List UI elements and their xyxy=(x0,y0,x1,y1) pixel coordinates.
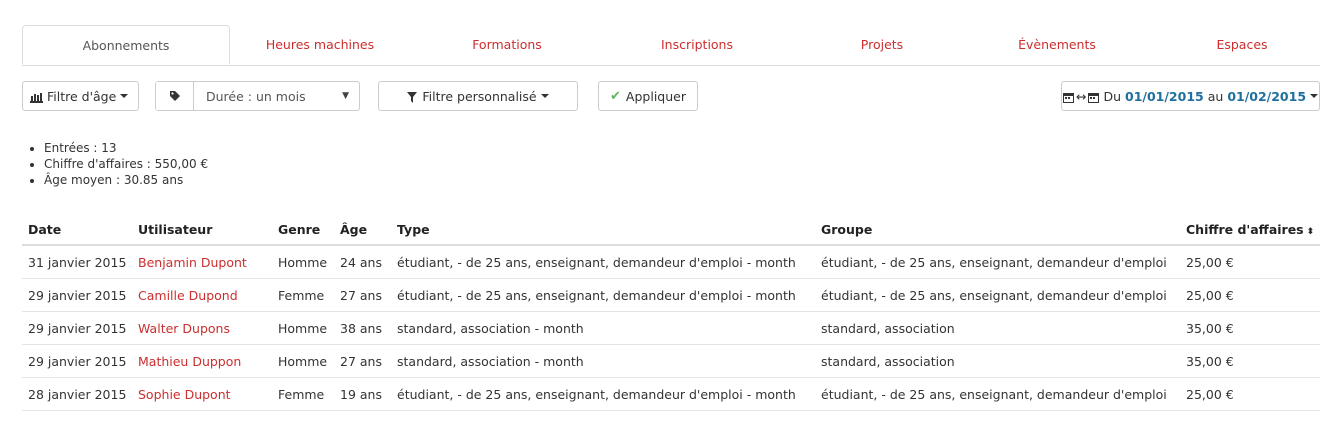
cell-type: standard, association - month xyxy=(391,311,815,345)
select-arrow-icon: ▼ xyxy=(342,91,349,101)
cell-age: 27 ans xyxy=(334,344,391,378)
cell-revenue: 25,00 € xyxy=(1180,377,1320,411)
cell-type: étudiant, - de 25 ans, enseignant, deman… xyxy=(391,245,815,279)
check-icon: ✔ xyxy=(610,88,621,104)
cell-user-link[interactable]: Sophie Dupont xyxy=(132,377,272,411)
cell-type: étudiant, - de 25 ans, enseignant, deman… xyxy=(391,377,815,411)
table-header-row: Date Utilisateur Genre Âge Type Groupe C… xyxy=(22,214,1320,246)
cell-group: étudiant, - de 25 ans, enseignant, deman… xyxy=(815,377,1180,411)
date-middle: au xyxy=(1207,88,1224,104)
calendar-icon xyxy=(1088,89,1100,104)
cell-date: 29 janvier 2015 xyxy=(22,278,132,312)
cell-gender: Homme xyxy=(272,311,334,345)
cell-user-link[interactable]: Mathieu Duppon xyxy=(132,344,272,378)
cell-date: 28 janvier 2015 xyxy=(22,377,132,411)
duration-value: Durée : un mois xyxy=(206,88,306,104)
cell-age: 24 ans xyxy=(334,245,391,279)
stat-average-age: Âge moyen : 30.85 ans xyxy=(44,172,208,188)
cell-gender: Femme xyxy=(272,278,334,312)
custom-filter-button[interactable]: Filtre personnalisé xyxy=(378,81,578,111)
cell-revenue: 25,00 € xyxy=(1180,278,1320,312)
stat-entries: Entrées : 13 xyxy=(44,140,208,156)
report-tabs: Abonnements Heures machines Formations I… xyxy=(22,25,1320,66)
cell-age: 19 ans xyxy=(334,377,391,411)
chevron-down-icon xyxy=(1310,94,1319,98)
date-prefix: Du xyxy=(1103,88,1121,104)
cell-gender: Femme xyxy=(272,377,334,411)
cell-group: étudiant, - de 25 ans, enseignant, deman… xyxy=(815,278,1180,312)
tab-espaces[interactable]: Espaces xyxy=(1192,25,1292,65)
header-revenue-label: Chiffre d'affaires xyxy=(1186,221,1304,237)
cell-date: 29 janvier 2015 xyxy=(22,311,132,345)
cell-age: 27 ans xyxy=(334,278,391,312)
cell-gender: Homme xyxy=(272,344,334,378)
apply-button[interactable]: ✔ Appliquer xyxy=(598,81,698,111)
cell-group: étudiant, - de 25 ans, enseignant, deman… xyxy=(815,245,1180,279)
filter-icon xyxy=(407,89,418,104)
cell-type: étudiant, - de 25 ans, enseignant, deman… xyxy=(391,278,815,312)
header-age: Âge xyxy=(334,214,391,246)
tab-formations[interactable]: Formations xyxy=(442,25,572,65)
age-filter-label: Filtre d'âge xyxy=(47,88,117,104)
cell-group: standard, association xyxy=(815,344,1180,378)
table-row: 29 janvier 2015 Walter Dupons Homme 38 a… xyxy=(22,311,1320,345)
tab-evenements[interactable]: Évènements xyxy=(992,25,1122,65)
tab-inscriptions[interactable]: Inscriptions xyxy=(632,25,762,65)
cell-age: 38 ans xyxy=(334,311,391,345)
tag-icon xyxy=(156,82,194,110)
header-revenue[interactable]: Chiffre d'affaires ⬍ xyxy=(1180,214,1320,246)
date-start: 01/01/2015 xyxy=(1125,88,1204,104)
cell-revenue: 35,00 € xyxy=(1180,344,1320,378)
cell-revenue: 25,00 € xyxy=(1180,245,1320,279)
table-row: 29 janvier 2015 Mathieu Duppon Homme 27 … xyxy=(22,344,1320,378)
chevron-down-icon xyxy=(120,94,129,98)
sort-icon[interactable]: ⬍ xyxy=(1307,227,1315,237)
subscriptions-table: Date Utilisateur Genre Âge Type Groupe C… xyxy=(22,214,1320,411)
header-date: Date xyxy=(22,214,132,246)
cell-user-link[interactable]: Walter Dupons xyxy=(132,311,272,345)
tab-heures-machines[interactable]: Heures machines xyxy=(250,25,390,65)
age-filter-button[interactable]: Filtre d'âge xyxy=(22,81,139,111)
cell-user-link[interactable]: Camille Dupond xyxy=(132,278,272,312)
range-arrow-icon: ↔ xyxy=(1075,88,1087,104)
header-group: Groupe xyxy=(815,214,1180,246)
cell-date: 29 janvier 2015 xyxy=(22,344,132,378)
cell-user-link[interactable]: Benjamin Dupont xyxy=(132,245,272,279)
cell-group: standard, association xyxy=(815,311,1180,345)
date-range-button[interactable]: ↔ Du 01/01/2015 au 01/02/2015 xyxy=(1061,81,1320,111)
tab-abonnements[interactable]: Abonnements xyxy=(22,25,230,65)
date-end: 01/02/2015 xyxy=(1227,88,1307,104)
tab-projets[interactable]: Projets xyxy=(822,25,942,65)
custom-filter-label: Filtre personnalisé xyxy=(422,88,537,104)
header-gender: Genre xyxy=(272,214,334,246)
cell-revenue: 35,00 € xyxy=(1180,311,1320,345)
table-row: 28 janvier 2015 Sophie Dupont Femme 19 a… xyxy=(22,377,1320,411)
summary-stats: Entrées : 13 Chiffre d'affaires : 550,00… xyxy=(32,140,208,188)
cell-date: 31 janvier 2015 xyxy=(22,245,132,279)
duration-field[interactable]: Durée : un mois ▼ xyxy=(194,82,359,110)
stat-revenue: Chiffre d'affaires : 550,00 € xyxy=(44,156,208,172)
cell-gender: Homme xyxy=(272,245,334,279)
calendar-icon xyxy=(1062,89,1074,104)
apply-label: Appliquer xyxy=(625,88,686,104)
users-icon xyxy=(30,89,43,104)
table-row: 29 janvier 2015 Camille Dupond Femme 27 … xyxy=(22,278,1320,312)
header-type: Type xyxy=(391,214,815,246)
header-user: Utilisateur xyxy=(132,214,272,246)
duration-select[interactable]: Durée : un mois ▼ xyxy=(155,81,360,111)
cell-type: standard, association - month xyxy=(391,344,815,378)
table-row: 31 janvier 2015 Benjamin Dupont Homme 24… xyxy=(22,245,1320,279)
chevron-down-icon xyxy=(540,94,549,98)
